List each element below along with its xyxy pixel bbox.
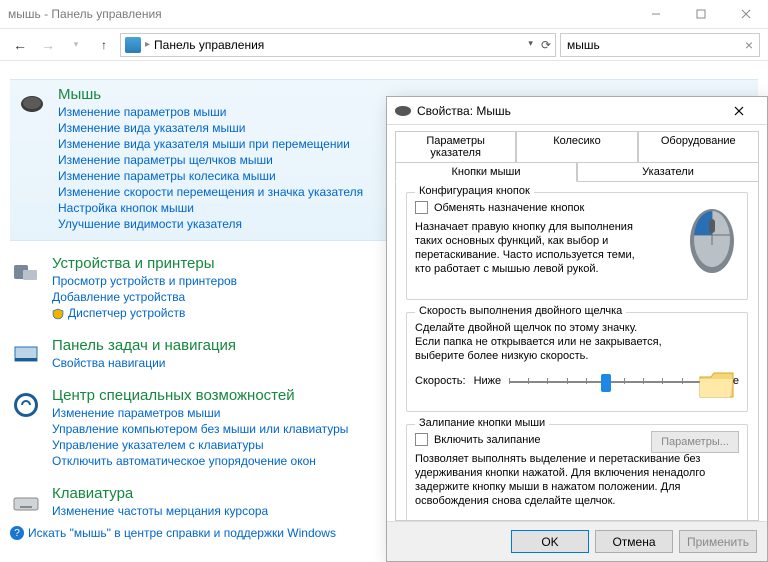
checkbox-icon	[415, 433, 428, 446]
folder-test-icon[interactable]	[697, 367, 737, 403]
breadcrumb-sep-icon: ▸	[145, 39, 150, 50]
dialog-title: Свойства: Мышь	[417, 104, 511, 118]
help-icon: ?	[10, 526, 24, 540]
devices-category-icon	[10, 257, 42, 289]
keyboard-category-icon	[10, 487, 42, 519]
tab-pointer-options[interactable]: Параметры указателя	[395, 131, 516, 163]
tab-wheel[interactable]: Колесико	[516, 131, 637, 163]
clicklock-enable-label: Включить залипание	[434, 434, 541, 446]
dialog-close-button[interactable]	[719, 98, 759, 124]
up-button[interactable]: ↑	[92, 33, 116, 57]
swap-buttons-label: Обменять назначение кнопок	[434, 202, 584, 214]
shield-icon	[52, 308, 64, 320]
maximize-button[interactable]	[678, 0, 723, 29]
refresh-icon[interactable]: ⟳	[541, 38, 551, 52]
apply-button[interactable]: Применить	[679, 530, 757, 553]
clear-search-icon[interactable]: ×	[745, 37, 753, 53]
tab-hardware[interactable]: Оборудование	[638, 131, 759, 163]
minimize-button[interactable]	[633, 0, 678, 29]
control-panel-icon	[125, 37, 141, 53]
ease-category-icon	[10, 389, 42, 421]
search-box[interactable]: ×	[560, 33, 760, 57]
speed-low-label: Ниже	[474, 375, 502, 387]
clicklock-params-button[interactable]: Параметры...	[651, 431, 739, 453]
window-title: мышь - Панель управления	[8, 7, 162, 21]
recent-dropdown[interactable]: ▾	[64, 33, 88, 57]
help-search-link[interactable]: ? Искать "мышь" в центре справки и подде…	[10, 526, 336, 540]
cancel-button[interactable]: Отмена	[595, 530, 673, 553]
tab-pointers[interactable]: Указатели	[577, 162, 759, 182]
mouse-preview-icon	[685, 201, 739, 277]
dblclick-speed-slider[interactable]	[509, 371, 701, 391]
address-bar[interactable]: ▸ Панель управления ▾ ⟳	[120, 33, 556, 57]
ok-button[interactable]: OK	[511, 530, 589, 553]
clicklock-desc: Позволяет выполнять выделение и перетаск…	[415, 452, 739, 508]
group-buttons-title: Конфигурация кнопок	[415, 185, 534, 197]
address-dropdown-icon[interactable]: ▾	[528, 38, 533, 52]
breadcrumb-text[interactable]: Панель управления	[154, 38, 264, 52]
group-clicklock-title: Залипание кнопки мыши	[415, 417, 549, 429]
mouse-category-icon	[16, 88, 48, 120]
tab-buttons[interactable]: Кнопки мыши	[395, 162, 577, 182]
dialog-mouse-icon	[395, 106, 411, 116]
forward-button[interactable]: →	[36, 33, 60, 57]
close-button[interactable]	[723, 0, 768, 29]
speed-label: Скорость:	[415, 375, 466, 387]
swap-buttons-desc: Назначает правую кнопку для выполнения т…	[415, 220, 645, 276]
group-dblclick-title: Скорость выполнения двойного щелчка	[415, 305, 626, 317]
search-input[interactable]	[567, 38, 739, 52]
checkbox-icon	[415, 201, 428, 214]
taskbar-category-icon	[10, 339, 42, 371]
mouse-properties-dialog: Свойства: Мышь Параметры указателя Колес…	[386, 96, 768, 562]
back-button[interactable]: ←	[8, 33, 32, 57]
dblclick-desc: Сделайте двойной щелчок по этому значку.…	[415, 321, 665, 363]
